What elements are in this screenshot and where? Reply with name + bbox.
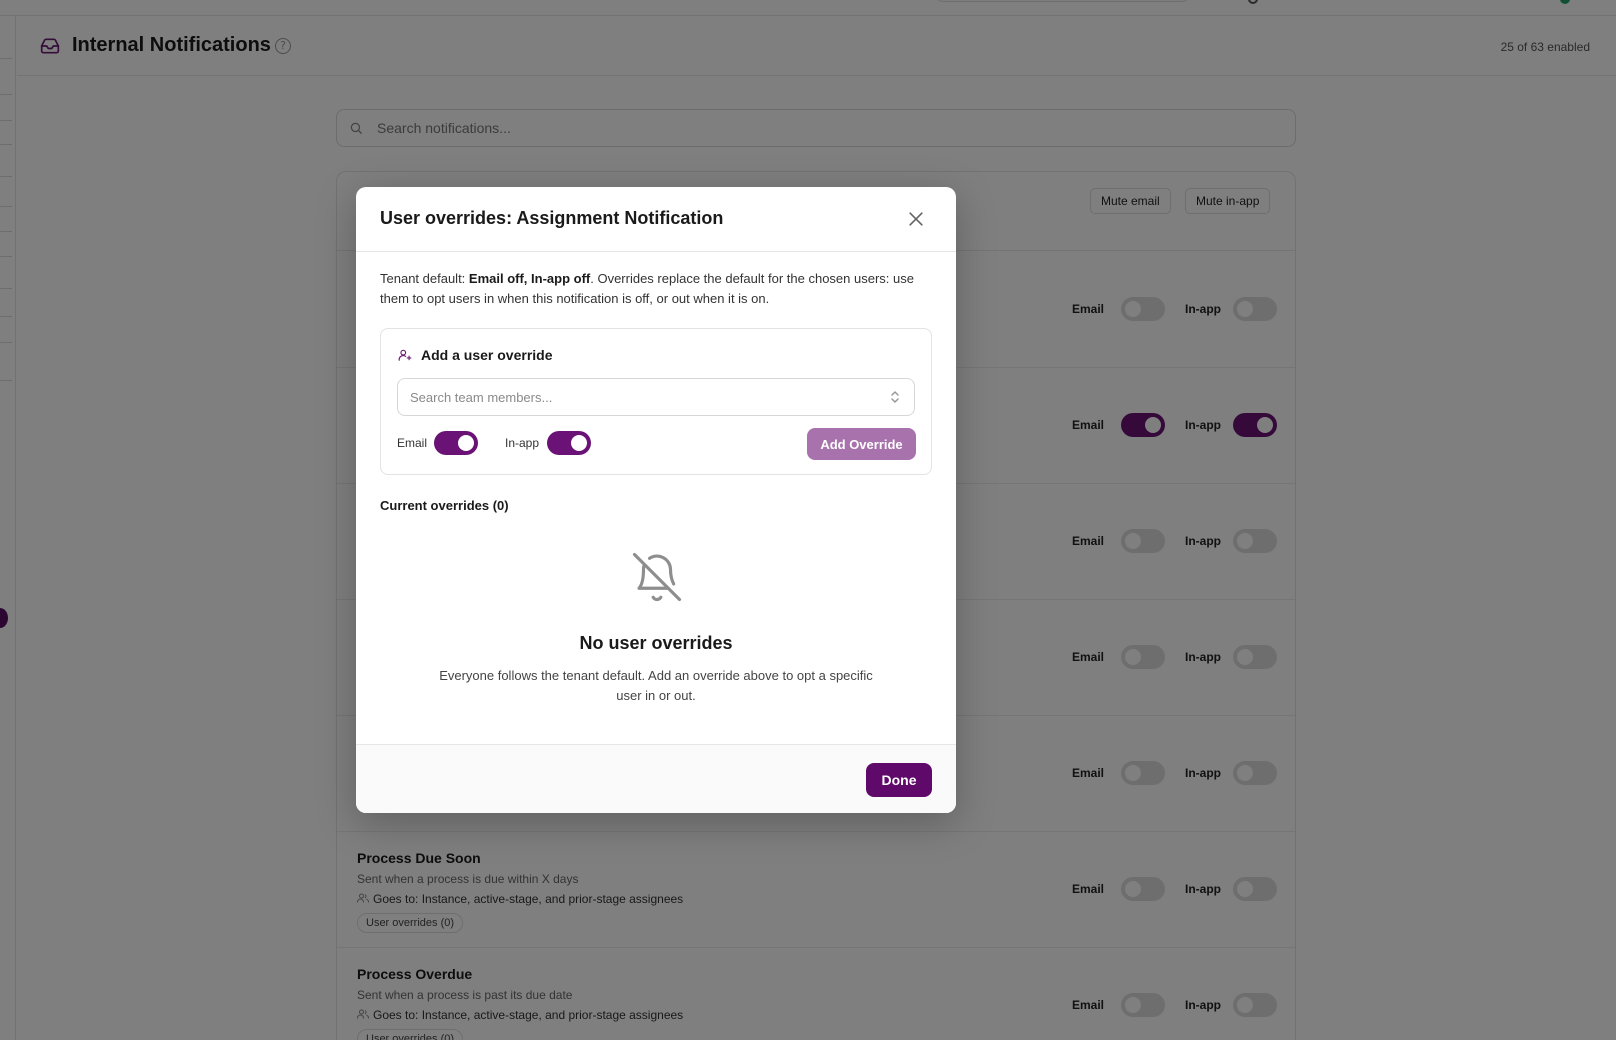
add-override-panel: Add a user override Email In-app Add Ove… [380, 328, 932, 475]
desc-prefix: Tenant default: [380, 271, 469, 286]
dialog-title: User overrides: Assignment Notification [380, 208, 724, 228]
toggle-knob [458, 435, 474, 451]
toggle-knob [571, 435, 587, 451]
team-member-select[interactable] [397, 378, 915, 416]
add-override-title: Add a user override [421, 347, 553, 363]
empty-state-title: No user overrides [579, 633, 733, 653]
override-email-label: Email [397, 436, 428, 450]
bell-off-icon [632, 552, 682, 602]
close-icon[interactable] [906, 209, 926, 229]
dialog-footer: Done [356, 744, 956, 813]
empty-state-description: Everyone follows the tenant default. Add… [439, 668, 873, 703]
add-override-button[interactable]: Add Override [807, 428, 916, 460]
current-overrides-title: Current overrides (0) [380, 498, 509, 513]
dialog-description: Tenant default: Email off, In-app off. O… [380, 269, 932, 309]
chevron-up-down-icon [891, 391, 899, 403]
override-inapp-label: In-app [505, 436, 540, 450]
tenant-default-value: Email off, In-app off [468, 271, 591, 286]
user-plus-icon [398, 349, 412, 361]
override-email-toggle[interactable] [434, 431, 478, 455]
dialog-header: User overrides: Assignment Notification [356, 187, 956, 252]
override-inapp-toggle[interactable] [547, 431, 591, 455]
user-overrides-dialog: User overrides: Assignment Notification … [356, 187, 956, 813]
done-button[interactable]: Done [866, 763, 932, 797]
team-member-search-input[interactable] [410, 379, 870, 415]
